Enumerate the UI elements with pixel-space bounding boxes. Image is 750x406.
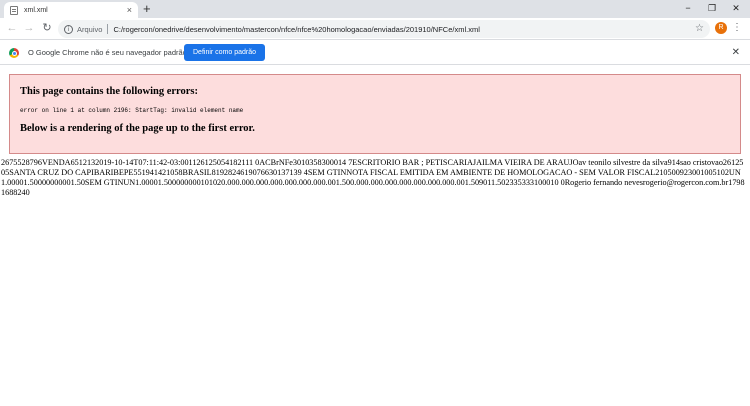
window-close-button[interactable]: ✕ bbox=[725, 1, 747, 15]
info-icon[interactable]: i bbox=[64, 24, 73, 34]
bookmark-star-icon[interactable]: ☆ bbox=[695, 23, 704, 35]
xml-error-box: This page contains the following errors:… bbox=[9, 74, 741, 154]
tab-strip: xml.xml × + − ❐ ✕ bbox=[0, 0, 750, 18]
address-bar[interactable]: i Arquivo C:/rogercon/onedrive/desenvolv… bbox=[58, 20, 710, 38]
default-browser-infobar: O Google Chrome não é seu navegador padr… bbox=[0, 41, 750, 65]
error-heading: This page contains the following errors: bbox=[20, 86, 199, 97]
tab-xml[interactable]: xml.xml × bbox=[4, 2, 138, 18]
file-icon bbox=[10, 5, 18, 15]
page-content: This page contains the following errors:… bbox=[0, 66, 750, 406]
minimize-button[interactable]: − bbox=[677, 1, 699, 15]
profile-avatar[interactable]: R bbox=[715, 22, 727, 34]
new-tab-button[interactable]: + bbox=[143, 2, 151, 16]
infobar-close-icon[interactable]: ✕ bbox=[732, 47, 740, 59]
scheme-separator bbox=[107, 24, 109, 34]
error-footer: Below is a rendering of the page up to t… bbox=[20, 123, 255, 134]
reload-button[interactable]: ↻ bbox=[40, 22, 54, 34]
set-default-button[interactable]: Definir como padrão bbox=[184, 44, 266, 61]
tab-close-icon[interactable]: × bbox=[127, 5, 132, 15]
error-message: error on line 1 at column 2196: StartTag… bbox=[20, 107, 244, 114]
url-text[interactable]: C:/rogercon/onedrive/desenvolvimento/mas… bbox=[113, 25, 479, 34]
infobar-text: O Google Chrome não é seu navegador padr… bbox=[28, 48, 187, 57]
tab-title: xml.xml bbox=[24, 6, 48, 14]
maximize-button[interactable]: ❐ bbox=[701, 1, 723, 15]
kebab-menu-icon[interactable]: ⋮ bbox=[732, 22, 742, 34]
scheme-label: Arquivo bbox=[77, 24, 103, 34]
browser-toolbar: ← → ↻ i Arquivo C:/rogercon/onedrive/des… bbox=[0, 18, 750, 40]
xml-rendered-text: 2675528796VENDA6512132019-10-14T07:11:42… bbox=[1, 158, 745, 197]
chrome-logo-icon bbox=[9, 48, 19, 58]
back-button[interactable]: ← bbox=[5, 22, 19, 34]
forward-button[interactable]: → bbox=[22, 22, 36, 34]
